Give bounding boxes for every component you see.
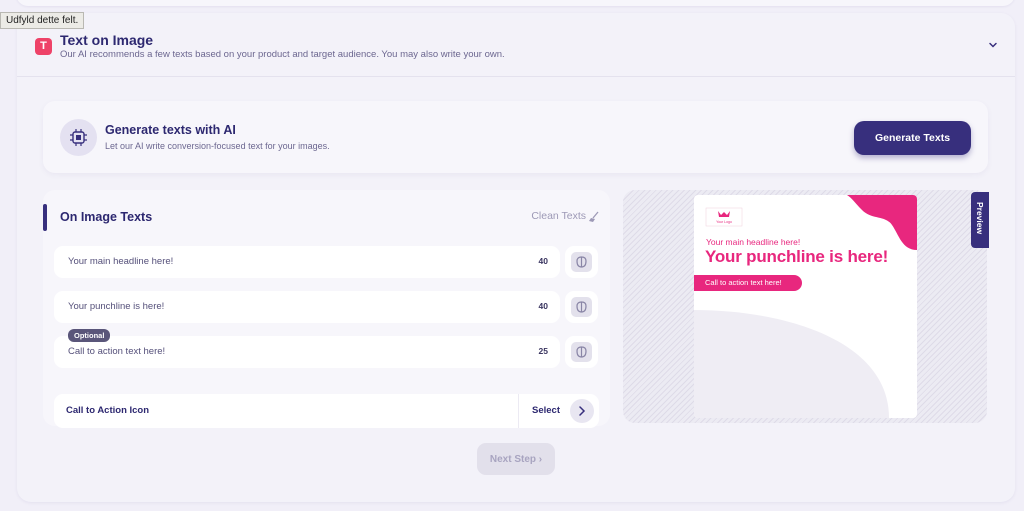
panel-title: On Image Texts: [60, 210, 153, 224]
cta-icon-select[interactable]: Select: [532, 405, 560, 416]
cta-text-field[interactable]: Call to action text here! 25: [54, 336, 560, 368]
decorative-arc: [694, 310, 889, 418]
divider: [518, 394, 519, 428]
generate-title: Generate texts with AI: [105, 123, 236, 137]
preview-punchline: Your punchline is here!: [705, 247, 889, 266]
on-image-texts-panel: On Image Texts Clean Texts Your main hea…: [43, 190, 610, 428]
preview-tab[interactable]: Preview: [971, 192, 989, 248]
svg-text:Your Logo: Your Logo: [716, 220, 732, 224]
brain-icon: [571, 252, 592, 272]
generate-texts-button[interactable]: Generate Texts: [854, 121, 971, 155]
ad-preview: Your Logo Your main headline here! Your …: [694, 195, 917, 418]
broom-icon[interactable]: [588, 211, 600, 223]
headline-field[interactable]: Your main headline here! 40: [54, 246, 560, 278]
preview-tab-label: Preview: [975, 202, 985, 235]
headline-ai-button[interactable]: [565, 246, 598, 278]
preview-cta: Call to action text here!: [694, 275, 802, 291]
headline-text[interactable]: Your main headline here!: [68, 256, 173, 267]
ai-chip-icon: [60, 119, 97, 156]
panel-accent-bar: [43, 204, 47, 231]
cta-char-count: 25: [538, 346, 548, 356]
cta-text[interactable]: Call to action text here!: [68, 346, 165, 357]
chevron-right-icon[interactable]: [570, 399, 594, 423]
punchline-text[interactable]: Your punchline is here!: [68, 301, 164, 312]
punchline-char-count: 40: [538, 301, 548, 311]
text-on-image-section: T Text on Image Our AI recommends a few …: [17, 13, 1015, 502]
section-title: Text on Image: [60, 32, 154, 48]
chevron-down-icon[interactable]: [987, 39, 999, 51]
generate-subtitle: Let our AI write conversion-focused text…: [105, 141, 330, 151]
brain-icon: [571, 342, 592, 362]
text-icon: T: [35, 38, 52, 55]
validation-tooltip: Udfyld dette felt.: [0, 12, 85, 29]
cta-icon-label: Call to Action Icon: [66, 405, 150, 416]
section-subtitle: Our AI recommends a few texts based on y…: [60, 49, 505, 60]
punchline-field[interactable]: Your punchline is here! 40: [54, 291, 560, 323]
logo-placeholder: Your Logo: [705, 207, 743, 227]
headline-char-count: 40: [538, 256, 548, 266]
previous-section-card: [16, 0, 1015, 6]
clean-texts-button[interactable]: Clean Texts: [531, 210, 586, 222]
next-step-button[interactable]: Next Step ›: [477, 443, 555, 475]
preview-area: Your Logo Your main headline here! Your …: [623, 190, 987, 423]
generate-ai-box: Generate texts with AI Let our AI write …: [43, 101, 988, 173]
section-header[interactable]: T Text on Image Our AI recommends a few …: [17, 13, 1015, 77]
punchline-ai-button[interactable]: [565, 291, 598, 323]
optional-badge: Optional: [68, 329, 111, 342]
brain-icon: [571, 297, 592, 317]
cta-icon-row[interactable]: Call to Action Icon Select: [54, 394, 599, 428]
preview-headline: Your main headline here!: [706, 237, 801, 247]
pink-corner-shape: [847, 195, 917, 250]
cta-ai-button[interactable]: [565, 336, 598, 368]
